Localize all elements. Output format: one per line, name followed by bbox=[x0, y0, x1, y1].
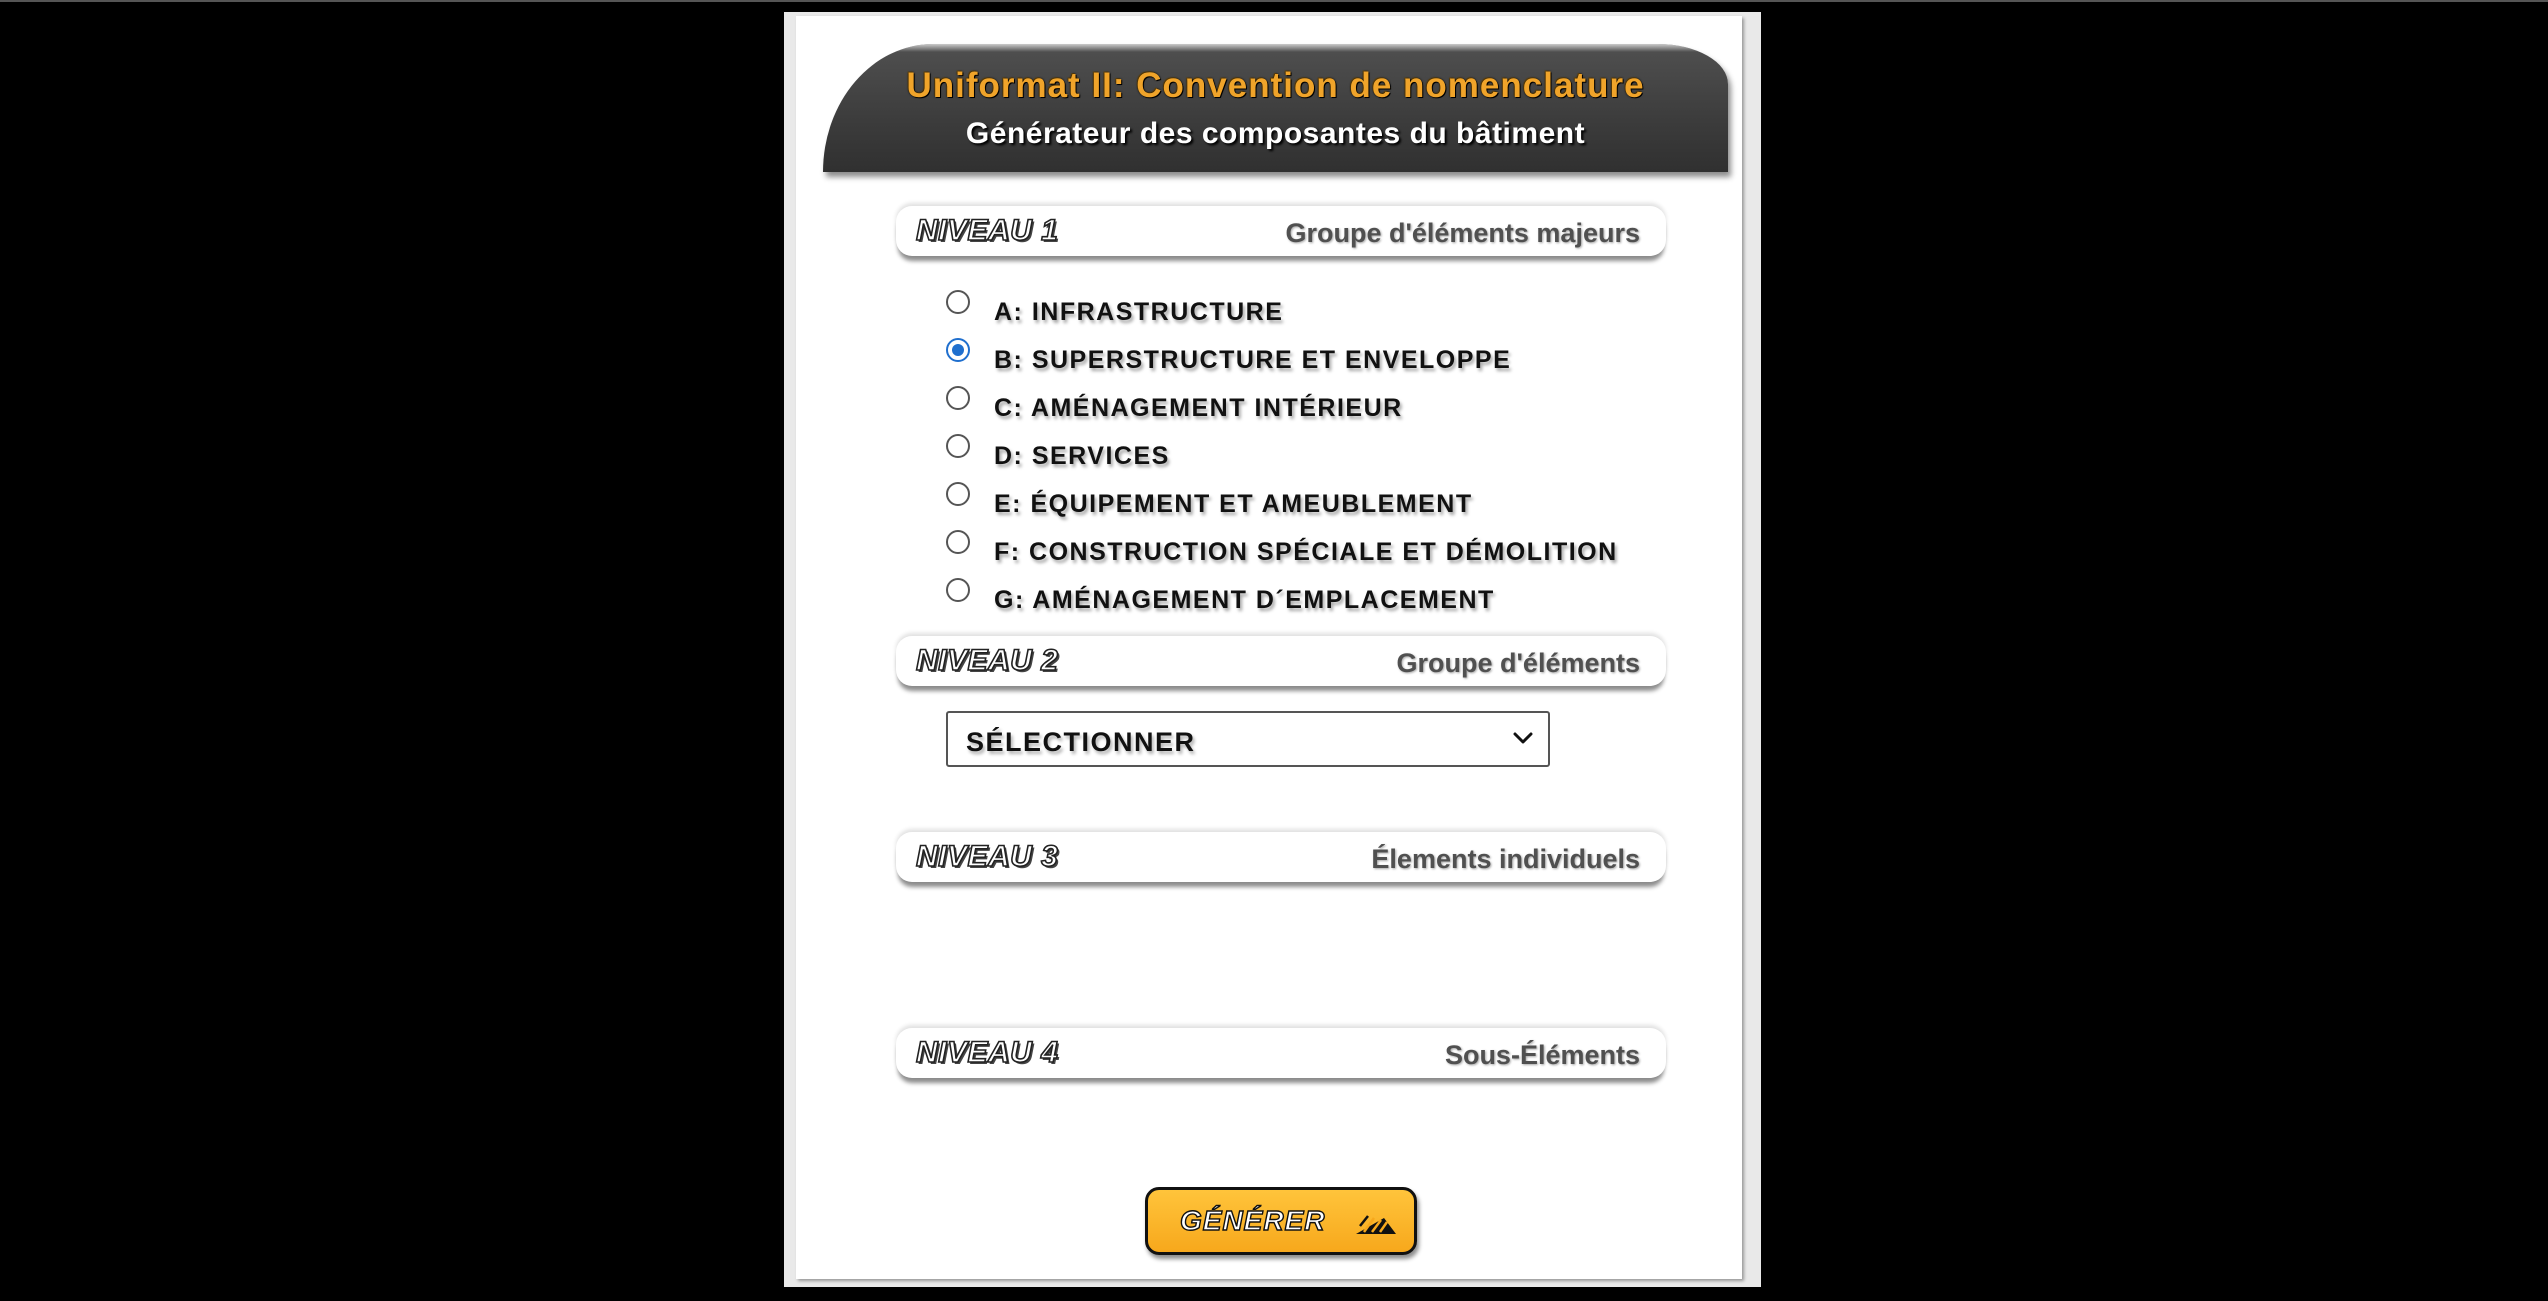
radio-option-e[interactable]: E: ÉQUIPEMENT ET AMEUBLEMENT bbox=[946, 480, 1473, 520]
app-panel: Uniformat II: Convention de nomenclature… bbox=[784, 12, 1761, 1287]
radio-option-c[interactable]: C: AMÉNAGEMENT INTÉRIEUR bbox=[946, 384, 1403, 424]
level-1-description: Groupe d'éléments majeurs bbox=[1285, 218, 1640, 248]
radio-option-b[interactable]: B: SUPERSTRUCTURE ET ENVELOPPE bbox=[946, 336, 1511, 376]
level-2-label: NIVEAU 2 bbox=[915, 643, 1059, 678]
radio-label-g[interactable]: G: AMÉNAGEMENT D´EMPLACEMENT bbox=[994, 586, 1495, 615]
radio-option-g[interactable]: G: AMÉNAGEMENT D´EMPLACEMENT bbox=[946, 576, 1495, 616]
level-4-label: NIVEAU 4 bbox=[915, 1035, 1059, 1070]
radio-button-g[interactable] bbox=[946, 578, 970, 602]
chevron-down-icon bbox=[1513, 732, 1533, 744]
radio-button-b[interactable] bbox=[946, 338, 970, 362]
radio-button-e[interactable] bbox=[946, 482, 970, 506]
level-3-label: NIVEAU 3 bbox=[915, 839, 1059, 874]
radio-label-c[interactable]: C: AMÉNAGEMENT INTÉRIEUR bbox=[994, 394, 1403, 423]
level-2-header: NIVEAU 2 Groupe d'éléments bbox=[896, 636, 1666, 686]
radio-button-f[interactable] bbox=[946, 530, 970, 554]
level-1-label: NIVEAU 1 bbox=[915, 213, 1059, 248]
generate-button-label: GÉNÉRER bbox=[1179, 1204, 1326, 1236]
app-subtitle: Générateur des composantes du bâtiment bbox=[965, 117, 1586, 150]
radio-label-a[interactable]: A: INFRASTRUCTURE bbox=[994, 298, 1283, 327]
level-3-header: NIVEAU 3 Élements individuels bbox=[896, 832, 1666, 882]
level-4-description: Sous-Éléments bbox=[1444, 1040, 1640, 1070]
level-2-description: Groupe d'éléments bbox=[1396, 648, 1640, 678]
level-1-header: NIVEAU 1 Groupe d'éléments majeurs bbox=[896, 206, 1666, 256]
generate-button[interactable]: GÉNÉRER bbox=[1145, 1187, 1417, 1255]
level-3-description: Élements individuels bbox=[1371, 844, 1640, 874]
radio-option-a[interactable]: A: INFRASTRUCTURE bbox=[946, 288, 1283, 328]
radio-label-d[interactable]: D: SERVICES bbox=[994, 442, 1170, 471]
radio-button-a[interactable] bbox=[946, 290, 970, 314]
radio-option-f[interactable]: F: CONSTRUCTION SPÉCIALE ET DÉMOLITION bbox=[946, 528, 1618, 568]
app-title: Uniformat II: Convention de nomenclature bbox=[906, 66, 1645, 105]
radio-button-c[interactable] bbox=[946, 386, 970, 410]
header-banner: Uniformat II: Convention de nomenclature… bbox=[823, 44, 1728, 172]
level-4-header: NIVEAU 4 Sous-Éléments bbox=[896, 1028, 1666, 1078]
radio-option-d[interactable]: D: SERVICES bbox=[946, 432, 1170, 472]
radio-button-d[interactable] bbox=[946, 434, 970, 458]
app-content: Uniformat II: Convention de nomenclature… bbox=[796, 16, 1742, 1279]
window-top-border bbox=[0, 0, 2548, 2]
radio-label-e[interactable]: E: ÉQUIPEMENT ET AMEUBLEMENT bbox=[994, 490, 1473, 519]
level-2-select-value: SÉLECTIONNER bbox=[966, 727, 1196, 757]
radio-label-f[interactable]: F: CONSTRUCTION SPÉCIALE ET DÉMOLITION bbox=[994, 538, 1618, 567]
speed-lines-icon bbox=[1356, 1215, 1396, 1234]
radio-label-b[interactable]: B: SUPERSTRUCTURE ET ENVELOPPE bbox=[994, 346, 1511, 375]
level-2-select[interactable]: SÉLECTIONNER bbox=[946, 711, 1550, 767]
